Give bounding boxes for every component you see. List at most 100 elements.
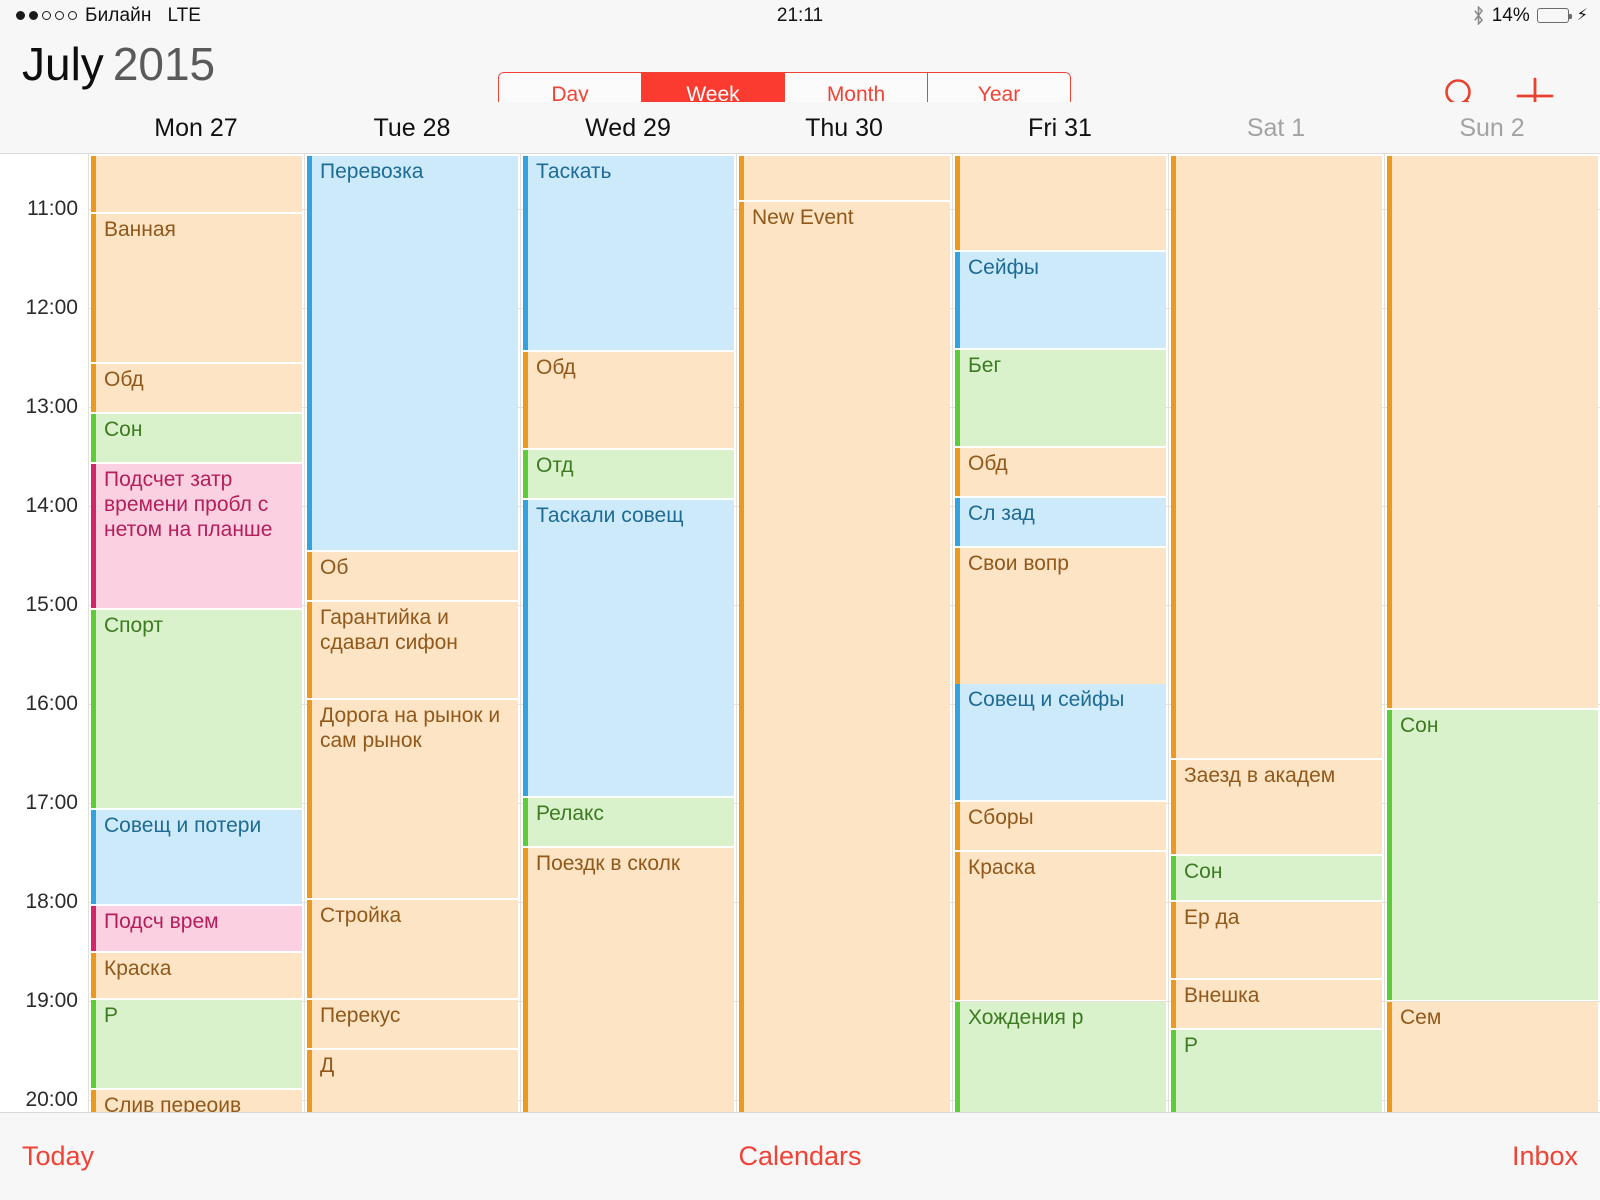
calendar-event[interactable]: Таскать — [523, 156, 734, 350]
event-title: Совещ и потери — [104, 814, 262, 837]
title-year: 2015 — [112, 38, 216, 90]
calendar-event[interactable] — [91, 156, 302, 212]
calendar-event[interactable]: New Event — [739, 202, 950, 1112]
column-divider-0 — [88, 154, 89, 1112]
calendar-event[interactable] — [739, 156, 950, 200]
charging-bolt-icon: ⚡ — [1576, 6, 1588, 24]
event-title: Об — [320, 556, 349, 579]
time-label-1400: 14:00 — [25, 494, 78, 517]
calendar-event[interactable]: Ер да — [1171, 902, 1382, 978]
calendar-event[interactable] — [955, 156, 1166, 250]
calendar-event[interactable]: Перевозка — [307, 156, 518, 550]
event-title: Спорт — [104, 614, 164, 637]
event-title: Д — [320, 1054, 335, 1077]
event-title: Сем — [1400, 1006, 1442, 1029]
time-label-1800: 18:00 — [25, 890, 78, 913]
event-title: Хождения р — [968, 1006, 1084, 1029]
navigation-bar: July 2015 Day Week Month Year — [0, 31, 1600, 117]
event-title: Совещ и сейфы — [968, 688, 1125, 711]
calendar-event[interactable]: Обд — [523, 352, 734, 448]
day-header-4[interactable]: Fri 31 — [952, 114, 1168, 143]
calendar-event[interactable]: Свои вопр — [955, 548, 1166, 692]
calendar-event[interactable]: Об — [307, 552, 518, 600]
calendar-event[interactable]: Подсчет затр времени пробл с нетом на пл… — [91, 464, 302, 608]
event-title: Поездк в сколк — [536, 852, 681, 875]
calendar-event[interactable]: Сон — [91, 414, 302, 462]
calendar-event[interactable]: Краска — [955, 852, 1166, 1000]
event-title: Подсчет затр времени пробл с нетом на пл… — [104, 468, 275, 541]
event-title: Сборы — [968, 806, 1034, 829]
week-grid[interactable]: Ванная Обд Сон Подсчет затр времени пробл с… — [0, 154, 1600, 1112]
event-title: Краска — [968, 856, 1036, 879]
calendar-event[interactable]: Сон — [1387, 710, 1598, 1000]
day-header-5[interactable]: Sat 1 — [1168, 114, 1384, 143]
event-title: Ванная — [104, 218, 176, 241]
calendar-event[interactable]: Сл зад — [955, 498, 1166, 546]
calendar-event[interactable]: Гарантийка и сдавал сифон — [307, 602, 518, 698]
calendar-event[interactable]: Дорога на рынок и сам рынок — [307, 700, 518, 898]
calendar-event[interactable] — [1171, 156, 1382, 758]
time-label-1100: 11:00 — [27, 197, 78, 220]
time-label-2000: 20:00 — [25, 1088, 78, 1111]
event-title: Перевозка — [320, 160, 424, 183]
calendar-event[interactable]: Перекус — [307, 1000, 518, 1048]
calendar-event[interactable]: Сейфы — [955, 252, 1166, 348]
status-bar-right: 14% ⚡ — [1472, 5, 1588, 27]
event-title: Обд — [968, 452, 1008, 475]
calendar-event[interactable]: Стройка — [307, 900, 518, 998]
column-divider-3 — [736, 154, 737, 1112]
day-header-1[interactable]: Tue 28 — [304, 114, 520, 143]
event-title: Сон — [1400, 714, 1439, 737]
calendar-event[interactable]: Заезд в академ — [1171, 760, 1382, 854]
calendar-event[interactable]: Д — [307, 1050, 518, 1112]
calendars-button[interactable]: Calendars — [0, 1141, 1600, 1172]
event-title: Сейфы — [968, 256, 1039, 279]
calendar-event[interactable]: Хождения р — [955, 1002, 1166, 1112]
status-bar: Билайн LTE 21:11 14% ⚡ — [0, 0, 1600, 31]
calendar-event[interactable]: Таскали совещ — [523, 500, 734, 796]
event-title: New Event — [752, 206, 854, 229]
inbox-button[interactable]: Inbox — [1512, 1141, 1578, 1172]
event-title: Краска — [104, 957, 172, 980]
calendar-event[interactable]: Спорт — [91, 610, 302, 808]
calendar-event[interactable]: Поездк в сколк — [523, 848, 734, 1112]
event-title: Стройка — [320, 904, 402, 927]
calendar-event[interactable]: Отд — [523, 450, 734, 498]
calendar-event[interactable]: Обд — [91, 364, 302, 412]
calendar-event[interactable]: Внешка — [1171, 980, 1382, 1028]
event-title: Сон — [104, 418, 143, 441]
event-title: Ер да — [1184, 906, 1240, 929]
calendar-event[interactable]: Совещ и сейфы — [955, 684, 1166, 800]
calendar-event[interactable]: Р — [91, 1000, 302, 1088]
calendar-event[interactable]: Краска — [91, 953, 302, 998]
calendar-event[interactable]: Совещ и потери — [91, 810, 302, 904]
calendar-event[interactable]: Р — [1171, 1030, 1382, 1112]
event-title: Перекус — [320, 1004, 401, 1027]
event-title: Обд — [536, 356, 576, 379]
calendar-event[interactable]: Сон — [1171, 856, 1382, 900]
calendar-event[interactable]: Слив переоив — [91, 1090, 302, 1112]
time-label-1700: 17:00 — [25, 791, 78, 814]
day-header-2[interactable]: Wed 29 — [520, 114, 736, 143]
day-header-3[interactable]: Thu 30 — [736, 114, 952, 143]
column-divider-4 — [952, 154, 953, 1112]
event-title: Дорога на рынок и сам рынок — [320, 704, 506, 752]
event-title: Р — [1184, 1034, 1199, 1057]
event-title: Гарантийка и сдавал сифон — [320, 606, 458, 654]
day-header-0[interactable]: Mon 27 — [88, 114, 304, 143]
day-header-6[interactable]: Sun 2 — [1384, 114, 1600, 143]
event-title: Сон — [1184, 860, 1223, 883]
calendar-event[interactable]: Релакс — [523, 798, 734, 846]
event-title: Таскать — [536, 160, 612, 183]
calendar-event[interactable]: Подсч врем — [91, 906, 302, 951]
calendar-event[interactable]: Сем — [1387, 1002, 1598, 1112]
calendar-event[interactable]: Ванная — [91, 214, 302, 362]
calendar-event[interactable]: Обд — [955, 448, 1166, 496]
event-title: Слив переоив — [104, 1094, 242, 1112]
calendar-event[interactable] — [1387, 156, 1598, 708]
calendar-event[interactable]: Сборы — [955, 802, 1166, 850]
bluetooth-icon — [1474, 6, 1483, 25]
time-label-1600: 16:00 — [25, 692, 78, 715]
event-title: Внешка — [1184, 984, 1260, 1007]
calendar-event[interactable]: Бег — [955, 350, 1166, 446]
